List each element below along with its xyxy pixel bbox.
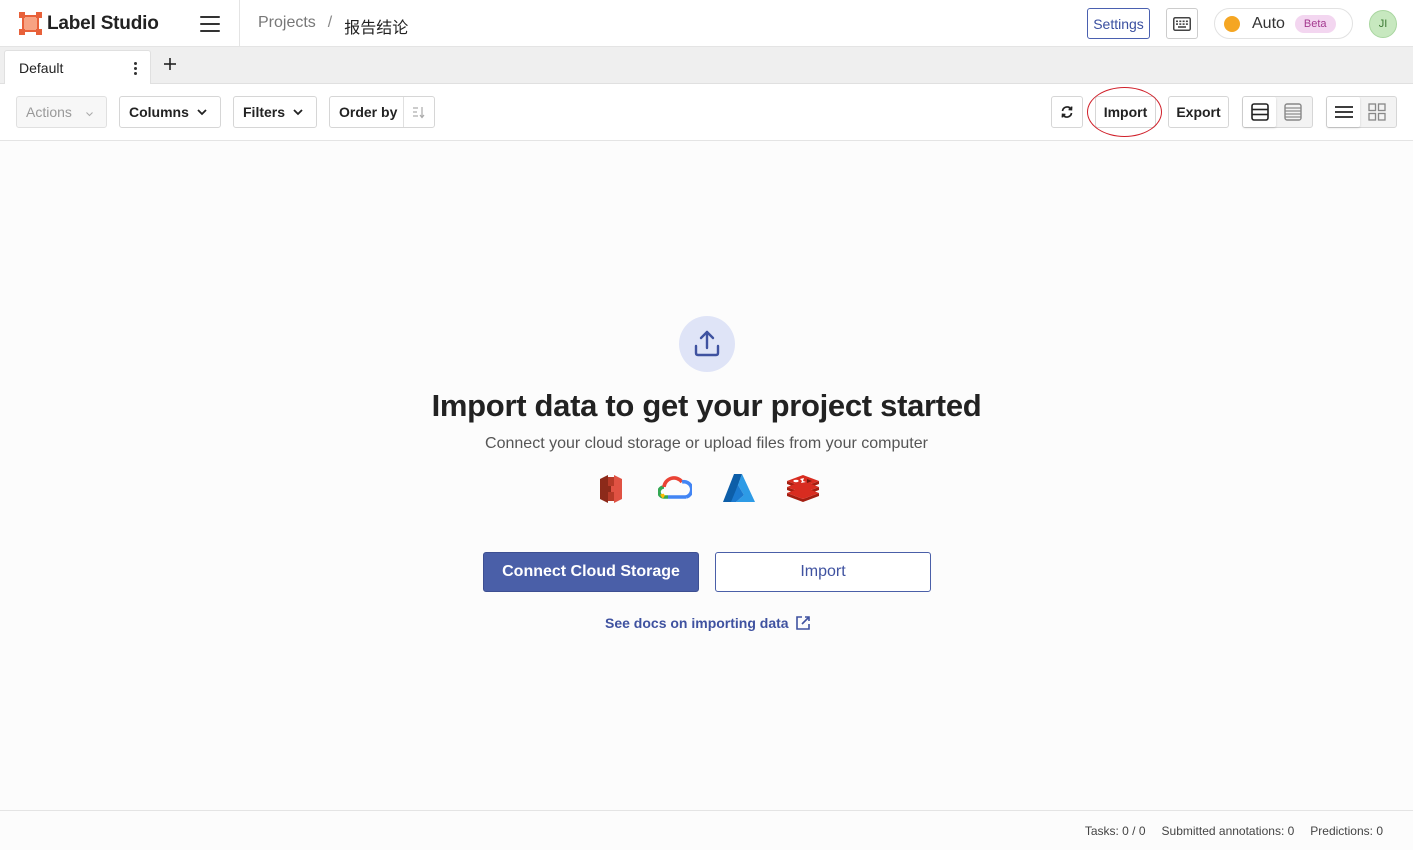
list-view-icon: [1334, 106, 1353, 118]
more-vertical-icon[interactable]: [130, 60, 140, 76]
top-bar: Label Studio Projects / 报告结论 Settings Au…: [0, 0, 1413, 47]
app-logo[interactable]: Label Studio: [19, 12, 159, 35]
chevron-down-icon: [197, 109, 207, 116]
tasks-count: Tasks: 0 / 0: [1084, 824, 1146, 838]
azure-icon: [723, 474, 755, 502]
export-button[interactable]: Export: [1168, 96, 1229, 128]
header-divider: [239, 0, 240, 47]
rows-compact-icon: [1283, 103, 1302, 121]
app-name: Label Studio: [47, 12, 159, 34]
import-button[interactable]: Import: [1095, 96, 1156, 128]
breadcrumb: Projects / 报告结论: [258, 14, 408, 38]
breadcrumb-current-project[interactable]: 报告结论: [344, 14, 408, 38]
toolbar: Actions Columns Filters Order by Import …: [0, 84, 1413, 141]
chevron-down-icon: [86, 112, 93, 117]
columns-label: Columns: [129, 104, 189, 120]
refresh-icon: [1061, 106, 1073, 118]
beta-badge: Beta: [1294, 14, 1336, 33]
keyboard-icon: [1173, 16, 1191, 31]
density-comfortable-option[interactable]: [1243, 97, 1276, 127]
empty-state-title: Import data to get your project started: [431, 388, 982, 423]
google-cloud-icon: [658, 476, 692, 499]
tab-default[interactable]: Default: [4, 50, 151, 84]
grid-view-option[interactable]: [1360, 97, 1393, 127]
import-main-button[interactable]: Import: [715, 552, 931, 592]
order-by-dropdown[interactable]: Order by: [329, 96, 435, 128]
keyboard-shortcuts-button[interactable]: [1166, 8, 1198, 39]
refresh-button[interactable]: [1051, 96, 1083, 128]
order-divider: [403, 97, 404, 127]
theme-label: Auto: [1252, 14, 1285, 32]
grid-view-icon: [1367, 103, 1386, 121]
density-compact-option[interactable]: [1276, 97, 1309, 127]
rows-wide-icon: [1250, 103, 1269, 121]
upload-badge: [679, 316, 735, 372]
filters-label: Filters: [243, 104, 286, 120]
view-mode-toggle: [1326, 96, 1397, 128]
docs-link-label: See docs on importing data: [605, 615, 789, 631]
upload-icon: [694, 330, 720, 357]
label-studio-logo-icon: [19, 12, 42, 35]
breadcrumb-separator: /: [327, 14, 333, 31]
submitted-annotations-count: Submitted annotations: 0: [1161, 824, 1295, 838]
add-tab-icon[interactable]: [161, 55, 179, 73]
user-avatar[interactable]: JI: [1369, 10, 1397, 38]
breadcrumb-projects[interactable]: Projects: [258, 14, 316, 38]
sort-direction-icon[interactable]: [412, 105, 426, 119]
density-toggle: [1242, 96, 1313, 128]
columns-dropdown[interactable]: Columns: [119, 96, 221, 128]
docs-link[interactable]: See docs on importing data: [605, 615, 811, 631]
aws-s3-icon: [600, 475, 622, 503]
hamburger-icon[interactable]: [200, 16, 220, 32]
order-by-label: Order by: [339, 104, 398, 120]
theme-toggle[interactable]: Auto Beta: [1214, 8, 1353, 39]
actions-dropdown[interactable]: Actions: [16, 96, 107, 128]
footer-stats: Tasks: 0 / 0 Submitted annotations: 0 Pr…: [1085, 824, 1383, 838]
filters-dropdown[interactable]: Filters: [233, 96, 317, 128]
predictions-count: Predictions: 0: [1310, 824, 1383, 838]
empty-state-subtitle: Connect your cloud storage or upload fil…: [485, 435, 928, 452]
tabs-bar: Default: [0, 47, 1413, 84]
external-link-icon: [795, 616, 810, 630]
status-footer: Tasks: 0 / 0 Submitted annotations: 0 Pr…: [0, 810, 1413, 850]
storage-providers: [597, 473, 821, 505]
settings-button[interactable]: Settings: [1087, 8, 1150, 39]
list-view-option[interactable]: [1327, 97, 1360, 127]
chevron-down-icon: [293, 109, 303, 116]
theme-dot-icon: [1224, 15, 1240, 32]
tab-label: Default: [19, 60, 64, 76]
actions-label: Actions: [26, 104, 72, 120]
connect-cloud-storage-button[interactable]: Connect Cloud Storage: [483, 552, 699, 592]
redis-icon: [787, 475, 819, 502]
